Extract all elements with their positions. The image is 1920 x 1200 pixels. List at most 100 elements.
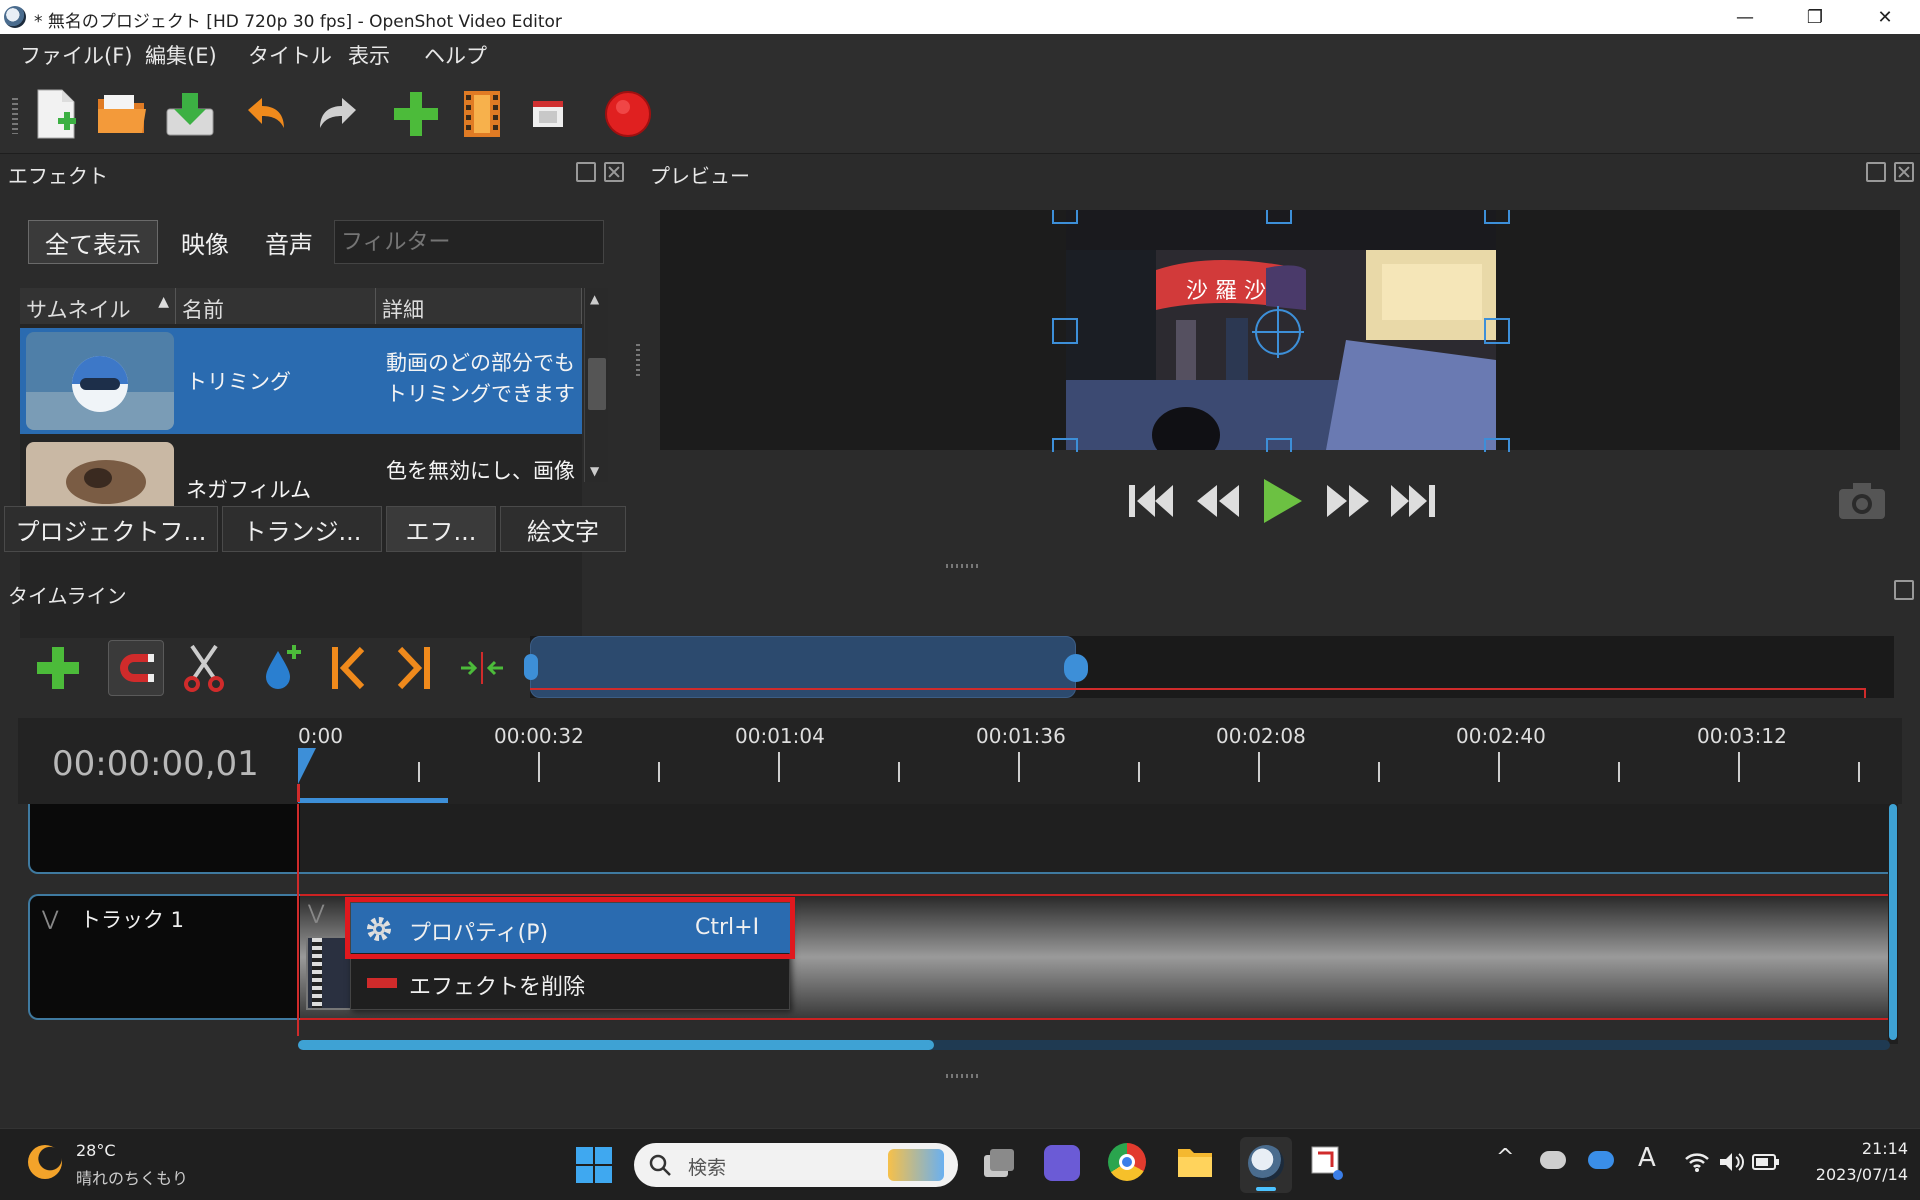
preview-frame[interactable]: 沙 羅 沙 xyxy=(1066,210,1496,450)
center-timeline-icon[interactable] xyxy=(454,640,510,696)
export-video-icon[interactable] xyxy=(600,86,656,142)
table-row[interactable]: トリミング 動画のどの部分でもトリミングできます xyxy=(20,328,582,434)
add-track-icon[interactable] xyxy=(30,640,86,696)
fullscreen-icon[interactable] xyxy=(520,86,576,142)
track-header[interactable] xyxy=(28,804,300,874)
splitter-handle[interactable] xyxy=(946,564,980,568)
zoom-handle-left[interactable] xyxy=(524,654,538,680)
filter-all-button[interactable]: 全て表示 xyxy=(28,220,158,264)
onedrive-personal-icon[interactable] xyxy=(1540,1151,1566,1169)
wifi-icon[interactable] xyxy=(1684,1151,1710,1173)
timeline-ruler[interactable]: 00:00:00,01 0:00 00:00:32 00:01:04 00:01… xyxy=(18,718,1902,804)
windows-start-icon[interactable] xyxy=(576,1147,612,1183)
new-project-icon[interactable] xyxy=(28,86,84,142)
play-icon[interactable] xyxy=(1254,476,1310,526)
razor-scissors-icon[interactable] xyxy=(176,640,232,696)
menu-help[interactable]: ヘルプ xyxy=(424,40,487,70)
onedrive-business-icon[interactable] xyxy=(1588,1151,1614,1169)
undock-icon[interactable] xyxy=(1894,580,1914,600)
undock-icon[interactable] xyxy=(576,162,596,182)
choose-profile-icon[interactable] xyxy=(454,86,510,142)
rewind-icon[interactable] xyxy=(1190,476,1246,526)
clock-date[interactable]: 2023/07/14 xyxy=(1788,1165,1908,1184)
tab-transitions[interactable]: トランジ... xyxy=(222,506,382,552)
toolbar-grip[interactable] xyxy=(12,98,18,134)
menu-file[interactable]: ファイル(F) xyxy=(20,40,132,70)
undock-icon[interactable] xyxy=(1866,162,1886,182)
transform-handle-bottom[interactable] xyxy=(1266,438,1292,452)
volume-icon[interactable] xyxy=(1718,1151,1744,1173)
add-marker-icon[interactable] xyxy=(254,640,310,696)
next-marker-icon[interactable] xyxy=(386,640,442,696)
minimize-button[interactable]: — xyxy=(1710,0,1780,34)
transform-handle-bottom-left[interactable] xyxy=(1052,438,1078,452)
taskbar-search-box[interactable]: 検索 xyxy=(634,1143,958,1187)
open-project-icon[interactable] xyxy=(94,86,150,142)
splitter-handle[interactable] xyxy=(946,1074,980,1078)
scroll-thumb[interactable] xyxy=(588,358,606,410)
openshot-taskbar-icon[interactable] xyxy=(1240,1137,1292,1193)
camera-icon[interactable] xyxy=(1834,476,1890,526)
track-body[interactable] xyxy=(300,804,1892,874)
column-thumbnail[interactable]: サムネイル ▲ xyxy=(20,288,176,324)
close-panel-icon[interactable] xyxy=(604,162,624,182)
playhead-icon[interactable] xyxy=(296,746,322,802)
snipping-tool-icon[interactable] xyxy=(1308,1143,1348,1183)
timeline-vscrollbar[interactable] xyxy=(1888,804,1898,1044)
transform-handle-top[interactable] xyxy=(1266,210,1292,224)
tab-emoji[interactable]: 絵文字 xyxy=(500,506,626,552)
weather-icon[interactable] xyxy=(28,1145,62,1179)
close-button[interactable]: ✕ xyxy=(1850,0,1920,34)
chrome-icon[interactable] xyxy=(1108,1143,1146,1181)
scroll-down-icon[interactable]: ▼ xyxy=(590,464,599,478)
menu-edit[interactable]: 編集(E) xyxy=(145,40,217,70)
clip-menu-chevron-icon[interactable]: ⋁ xyxy=(308,900,324,924)
collapse-chevron-icon[interactable]: ⋁ xyxy=(42,906,58,930)
snap-magnet-icon[interactable] xyxy=(108,640,164,696)
filter-audio-button[interactable]: 音声 xyxy=(254,220,324,264)
effects-scrollbar[interactable]: ▲ ▼ xyxy=(584,288,608,482)
weather-desc[interactable]: 晴れのちくもり xyxy=(76,1165,188,1189)
transform-handle-right[interactable] xyxy=(1484,318,1510,344)
teams-chat-icon[interactable] xyxy=(1044,1145,1080,1181)
clock-time[interactable]: 21:14 xyxy=(1788,1139,1908,1158)
tab-project-files[interactable]: プロジェクトフ... xyxy=(4,506,218,552)
menu-title[interactable]: タイトル xyxy=(248,40,332,70)
filter-input[interactable] xyxy=(334,220,604,264)
column-name[interactable]: 名前 xyxy=(176,288,376,324)
menu-view[interactable]: 表示 xyxy=(348,40,390,70)
scroll-up-icon[interactable]: ▲ xyxy=(590,292,599,306)
restore-button[interactable]: ❐ xyxy=(1780,0,1850,34)
file-explorer-icon[interactable] xyxy=(1176,1145,1214,1179)
hscroll-thumb[interactable] xyxy=(298,1040,934,1050)
timeline-hscrollbar[interactable] xyxy=(298,1040,1890,1050)
task-view-icon[interactable] xyxy=(980,1147,1016,1181)
redo-icon[interactable] xyxy=(310,86,366,142)
jump-end-icon[interactable] xyxy=(1386,476,1442,526)
transform-handle-bottom-right[interactable] xyxy=(1484,438,1510,452)
add-file-icon[interactable] xyxy=(388,86,444,142)
previous-marker-icon[interactable] xyxy=(320,640,376,696)
close-panel-icon[interactable] xyxy=(1894,162,1914,182)
fast-forward-icon[interactable] xyxy=(1320,476,1376,526)
ruler-label: 00:02:08 xyxy=(1216,724,1306,748)
vscroll-thumb[interactable] xyxy=(1889,804,1897,1040)
column-detail[interactable]: 詳細 xyxy=(376,288,582,324)
splitter-handle[interactable] xyxy=(636,344,640,378)
jump-start-icon[interactable] xyxy=(1122,476,1178,526)
ime-indicator[interactable]: A xyxy=(1638,1143,1656,1173)
undo-icon[interactable] xyxy=(238,86,294,142)
filter-video-button[interactable]: 映像 xyxy=(170,220,240,264)
tab-effects[interactable]: エフ... xyxy=(386,506,496,552)
track-header[interactable]: ⋁ トラック 1 xyxy=(28,894,300,1020)
transform-handle-top-left[interactable] xyxy=(1052,210,1078,224)
tray-chevron-up-icon[interactable]: ^ xyxy=(1496,1145,1514,1170)
transform-handle-left[interactable] xyxy=(1052,318,1078,344)
weather-temp[interactable]: 28°C xyxy=(76,1141,116,1160)
timeline-zoom-bar[interactable] xyxy=(524,636,1894,698)
battery-icon[interactable] xyxy=(1752,1153,1780,1171)
zoom-handle-right[interactable] xyxy=(1064,654,1088,682)
transform-handle-top-right[interactable] xyxy=(1484,210,1510,224)
menu-item-remove-effect[interactable]: エフェクトを削除 xyxy=(351,957,791,1007)
save-project-icon[interactable] xyxy=(162,86,218,142)
